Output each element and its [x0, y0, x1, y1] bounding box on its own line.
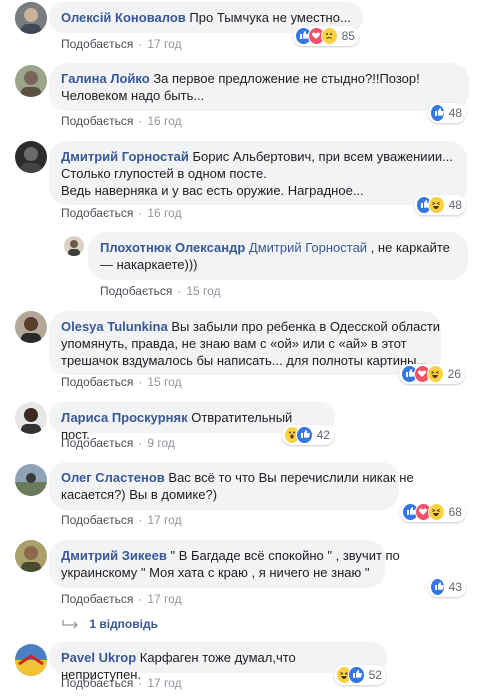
comment-text: Столько глупостей в одном посте.	[61, 166, 267, 181]
comment-text: Вы забыли про ребенка в Одесской области	[171, 319, 441, 334]
avatar[interactable]	[15, 65, 47, 97]
like-button[interactable]: Подобається	[100, 284, 172, 298]
haha-reaction-icon	[428, 196, 445, 214]
comment-text: За первое предложение не стыдно?!!Позор!	[153, 71, 420, 86]
avatar[interactable]	[15, 644, 47, 676]
comment-text: " В Багдаде всё спокойно " , звучит по	[170, 548, 400, 563]
reaction-count: 68	[448, 505, 462, 519]
haha-reaction-icon	[426, 365, 444, 383]
comment-actions: Подобається · 9 год	[61, 436, 175, 450]
comment-actions: Подобається · 15 год	[61, 375, 182, 389]
reactions-summary[interactable]: 26	[399, 364, 465, 384]
comment-author[interactable]: Pavel Ukrop	[61, 650, 136, 665]
comment-bubble: Olesya Tulunkina Вы забыли про ребенка в…	[49, 311, 441, 375]
comment-text: Вас всё то что Вы перечислили никак не	[168, 470, 414, 485]
reactions-summary[interactable]: 43	[428, 577, 466, 597]
comment-actions: Подобається · 17 год	[61, 37, 182, 51]
like-button[interactable]: Подобається	[61, 676, 133, 690]
comment-text: Ведь наверняка и у вас есть оружие. Нагр…	[61, 183, 364, 198]
comment-actions: Подобається · 17 год	[61, 676, 182, 690]
comment-text: , не каркайте	[370, 240, 450, 255]
reactions-summary[interactable]: 48	[414, 195, 466, 215]
view-replies-link[interactable]: 1 відповідь	[61, 617, 158, 631]
comment-author[interactable]: Плохотнюк Олександр	[100, 240, 245, 255]
reply-bubble: Плохотнюк Олександр Дмитрий Горностай , …	[88, 232, 468, 280]
comment-bubble: Галина Лойко За первое предложение не ст…	[49, 63, 469, 111]
timestamp[interactable]: 15 год	[147, 375, 181, 389]
avatar[interactable]	[15, 402, 47, 434]
reactions-summary[interactable]: 42	[282, 425, 334, 445]
avatar[interactable]	[15, 141, 47, 173]
comment-text: Про Тымчука не уместно...	[189, 10, 351, 25]
timestamp[interactable]: 9 год	[147, 436, 175, 450]
avatar[interactable]	[15, 464, 47, 496]
replies-count-label[interactable]: 1 відповідь	[89, 617, 158, 631]
reactions-summary[interactable]: 85	[293, 26, 359, 46]
mention-link[interactable]: Дмитрий Горностай	[249, 240, 367, 255]
timestamp[interactable]: 17 год	[147, 513, 181, 527]
like-reaction-icon	[348, 666, 365, 684]
comment-text: трешачок вздумалось бы написать... для п…	[61, 353, 428, 368]
comment-author[interactable]: Олексій Коновалов	[61, 10, 186, 25]
like-button[interactable]: Подобається	[61, 114, 133, 128]
reply-arrow-icon	[62, 619, 78, 629]
reactions-summary[interactable]: 68	[400, 502, 466, 522]
like-button[interactable]: Подобається	[61, 37, 133, 51]
timestamp[interactable]: 16 год	[147, 114, 181, 128]
like-reaction-icon	[296, 426, 313, 444]
like-reaction-icon	[430, 104, 445, 122]
comment-author[interactable]: Галина Лойко	[61, 71, 150, 86]
reaction-count: 43	[448, 580, 462, 594]
reaction-count: 48	[448, 198, 462, 212]
comment-text: упомянуть, правда, не знаю вам с «ой» ил…	[61, 336, 407, 351]
comment-actions: Подобається · 16 год	[61, 206, 182, 220]
reaction-count: 85	[341, 29, 355, 43]
comment-text: украинскому " Моя хата с краю , я ничего…	[61, 565, 370, 580]
comment-author[interactable]: Дмитрий Горностай	[61, 149, 189, 164]
reactions-summary[interactable]: 48	[428, 103, 466, 123]
reaction-count: 48	[448, 106, 462, 120]
comment-author[interactable]: Дмитрий Зикеев	[61, 548, 167, 563]
comment-actions: Подобається · 16 год	[61, 114, 182, 128]
reaction-count: 52	[368, 668, 382, 682]
comment-author[interactable]: Олег Сластенов	[61, 470, 165, 485]
avatar[interactable]	[15, 2, 47, 34]
timestamp[interactable]: 17 год	[147, 592, 181, 606]
sad-reaction-icon	[320, 27, 338, 45]
avatar[interactable]	[15, 311, 47, 343]
like-button[interactable]: Подобається	[61, 206, 133, 220]
like-button[interactable]: Подобається	[61, 436, 133, 450]
avatar[interactable]	[15, 540, 47, 572]
comment-text: Борис Альбертович, при всем уважениии...	[192, 149, 453, 164]
comment-bubble: Олег Сластенов Вас всё то что Вы перечис…	[49, 462, 414, 510]
timestamp[interactable]: 15 год	[186, 284, 220, 298]
comment-text: касается?) Вы в домике?)	[61, 487, 218, 502]
timestamp[interactable]: 16 год	[147, 206, 181, 220]
comment-text: — накаркаете)))	[100, 257, 198, 272]
reactions-summary[interactable]: 52	[334, 665, 386, 685]
haha-reaction-icon	[427, 503, 445, 521]
comment-author[interactable]: Olesya Tulunkina	[61, 319, 168, 334]
like-button[interactable]: Подобається	[61, 513, 133, 527]
timestamp[interactable]: 17 год	[147, 37, 181, 51]
comment-bubble: Дмитрий Горностай Борис Альбертович, при…	[49, 141, 467, 205]
comment-actions: Подобається · 17 год	[61, 513, 182, 527]
like-reaction-icon	[430, 578, 445, 596]
like-button[interactable]: Подобається	[61, 592, 133, 606]
comment-bubble: Дмитрий Зикеев " В Багдаде всё спокойно …	[49, 540, 400, 588]
reaction-count: 42	[316, 428, 330, 442]
timestamp[interactable]: 17 год	[147, 676, 181, 690]
comment-actions: Подобається · 17 год	[61, 592, 182, 606]
reaction-count: 26	[447, 367, 461, 381]
comment-text: Человеком надо быть...	[61, 88, 205, 103]
comment-author[interactable]: Лариса Проскурняк	[61, 410, 188, 425]
avatar[interactable]	[64, 236, 84, 256]
comment-actions: Подобається · 15 год	[100, 284, 221, 298]
like-button[interactable]: Подобається	[61, 375, 133, 389]
